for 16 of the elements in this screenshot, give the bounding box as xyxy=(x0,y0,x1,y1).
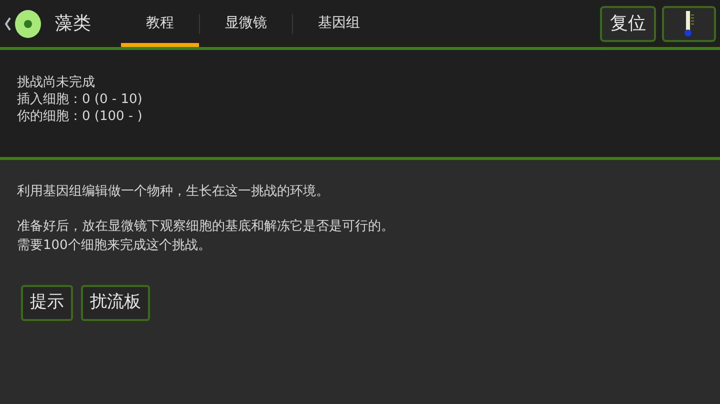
action-button[interactable]: 提示 xyxy=(21,285,73,321)
thermometer-button[interactable] xyxy=(662,6,716,42)
action-button[interactable]: 扰流板 xyxy=(81,285,150,321)
cell-icon xyxy=(13,8,43,38)
status-text: 插入细胞：0 (0 - 10) xyxy=(17,91,144,108)
description-text: 利用基因组编辑做一个物种，生长在这一挑战的环境。 xyxy=(17,183,330,201)
description-text: 准备好后，放在显微镜下观察细胞的基底和解冻它是否是可行的。 xyxy=(17,218,395,236)
reset-button[interactable]: 复位 xyxy=(600,6,656,42)
app-title: 藻类 xyxy=(55,12,91,36)
description-text: 需要100个细胞来完成这个挑战。 xyxy=(17,237,212,255)
tab[interactable]: 显微镜 xyxy=(200,0,292,47)
tab[interactable]: 基因组 xyxy=(293,0,385,47)
back-icon[interactable] xyxy=(4,16,12,32)
status-text: 挑战尚未完成 xyxy=(17,74,96,91)
status-text: 你的细胞：0 (100 - ) xyxy=(17,108,144,125)
thermometer-icon xyxy=(683,10,695,38)
